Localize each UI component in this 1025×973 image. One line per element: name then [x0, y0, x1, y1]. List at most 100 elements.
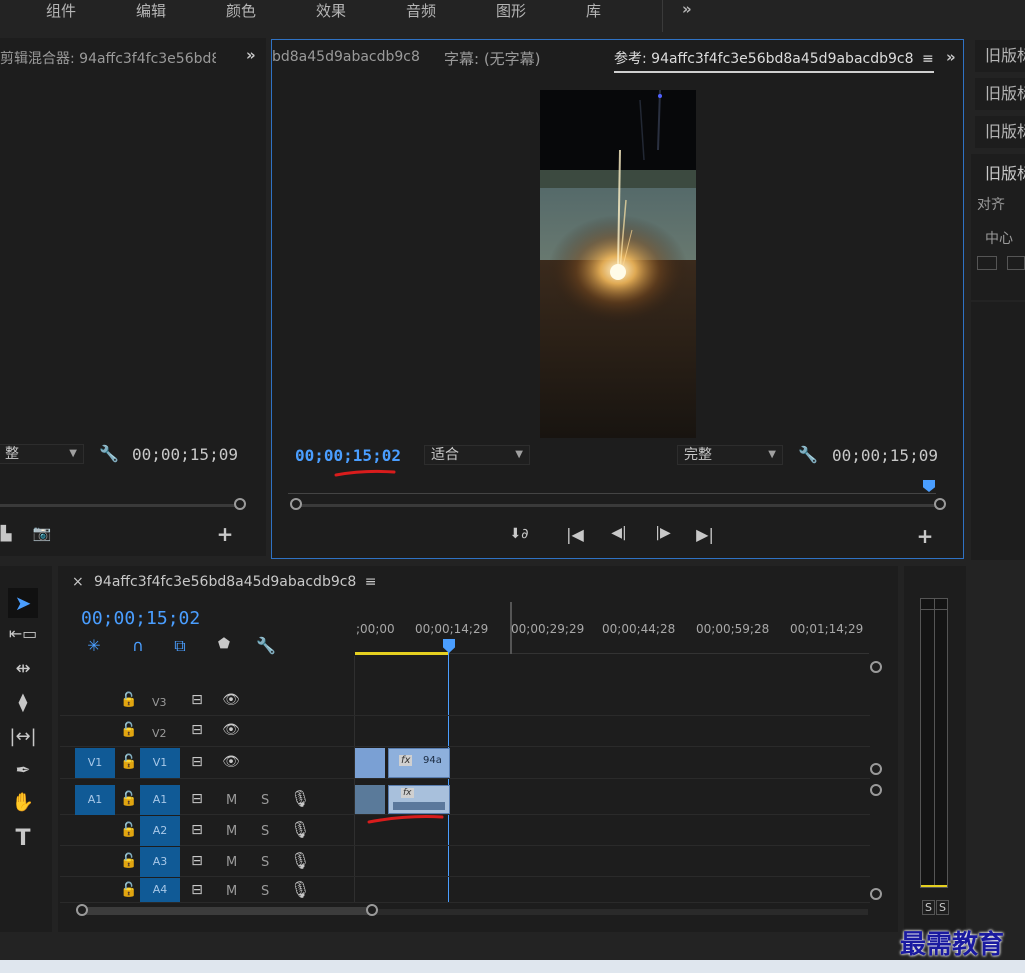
slip-tool-icon[interactable]: |↔| [8, 726, 38, 747]
solo-button[interactable]: S [261, 884, 269, 899]
snap-magnet-icon[interactable]: ∩ [128, 636, 148, 655]
track-name-v3[interactable]: V3 [152, 696, 167, 709]
menu-item-audio[interactable]: 音频 [406, 0, 436, 21]
microphone-icon[interactable]: 🎙 [290, 851, 310, 870]
sync-lock-icon[interactable]: ⊟ [188, 754, 206, 770]
source-quality-select[interactable]: 整 ▼ [0, 444, 84, 464]
microphone-icon[interactable]: 🎙 [290, 880, 310, 899]
solo-right-button[interactable]: S [936, 900, 949, 915]
lock-icon[interactable]: 🔓 [120, 791, 137, 807]
linked-selection-icon[interactable]: ⧉ [170, 636, 190, 656]
legacy-title-panel-3[interactable]: 旧版标 [975, 116, 1025, 148]
menu-item-assembly[interactable]: 组件 [46, 0, 76, 21]
ripple-edit-tool-icon[interactable]: ⇹ [8, 658, 38, 679]
menu-item-effects[interactable]: 效果 [316, 0, 346, 21]
export-icon[interactable]: ▙ [0, 526, 12, 542]
sync-lock-icon[interactable]: ⊟ [188, 822, 206, 838]
legacy-title-header[interactable]: 旧版标 [985, 160, 1025, 184]
timeline-playhead-timecode[interactable]: 00;00;15;02 [81, 608, 200, 629]
wrench-icon[interactable]: 🔧 [256, 636, 276, 655]
add-marker-icon[interactable]: ⬇∂ [504, 526, 534, 542]
pen-tool-icon[interactable]: ✒ [8, 760, 38, 781]
microphone-icon[interactable]: 🎙 [290, 820, 310, 839]
selection-tool-icon[interactable]: ➤ [8, 588, 38, 618]
go-to-out-icon[interactable]: ▶| [694, 525, 716, 544]
razor-tool-icon[interactable]: ⧫ [8, 692, 38, 713]
eye-icon[interactable]: 👁 [222, 722, 240, 738]
add-button-icon[interactable]: + [216, 522, 234, 546]
program-playhead-timecode[interactable]: 00;00;15;02 [295, 446, 401, 465]
lock-icon[interactable]: 🔓 [120, 853, 137, 869]
source-scrub-bar[interactable] [0, 504, 238, 507]
sync-lock-icon[interactable]: ⊟ [188, 853, 206, 869]
go-to-in-icon[interactable]: |◀ [564, 525, 586, 544]
tab-reference-monitor[interactable]: 参考: 94affc3f4fc3e56bd8a45d9abacdb9c8 ≡ [614, 48, 934, 73]
solo-button[interactable]: S [261, 793, 269, 808]
wrench-icon[interactable]: 🔧 [798, 445, 818, 464]
tab-clip-mixer[interactable]: 剪辑混合器: 94affc3f4fc3e56bd8a [0, 48, 216, 68]
work-area-bar[interactable] [355, 652, 448, 655]
source-patch-a1[interactable]: A1 [75, 785, 115, 815]
close-tab-icon[interactable]: × [72, 574, 84, 590]
panel-menu-icon[interactable]: ≡ [922, 51, 934, 67]
timeline-zoom-handle-left[interactable] [76, 904, 88, 916]
tab-sequence[interactable]: 94affc3f4fc3e56bd8a45d9abacdb9c8 ≡ [94, 574, 377, 590]
eye-icon[interactable]: 👁 [222, 754, 240, 770]
nest-icon[interactable]: ✳ [84, 636, 104, 655]
lock-icon[interactable]: 🔓 [120, 882, 137, 898]
video-scroll-handle-bottom[interactable] [870, 763, 882, 775]
lock-icon[interactable]: 🔓 [120, 722, 137, 738]
source-overflow-icon[interactable]: » [246, 46, 256, 64]
mute-button[interactable]: M [226, 824, 237, 839]
mute-button[interactable]: M [226, 855, 237, 870]
lock-icon[interactable]: 🔓 [120, 822, 137, 838]
solo-left-button[interactable]: S [922, 900, 935, 915]
audio-scroll-handle-top[interactable] [870, 784, 882, 796]
menu-item-color[interactable]: 颜色 [226, 0, 256, 21]
audio-clip-a[interactable] [355, 785, 385, 814]
panel-menu-icon[interactable]: ≡ [365, 574, 377, 590]
wrench-icon[interactable]: 🔧 [99, 444, 119, 463]
menu-overflow-icon[interactable]: » [682, 0, 692, 18]
program-overflow-icon[interactable]: » [946, 48, 956, 66]
track-target-a3[interactable]: A3 [140, 847, 180, 877]
align-center-v-icon[interactable] [1007, 256, 1025, 270]
type-tool-icon[interactable]: T [8, 826, 38, 851]
track-target-a4[interactable]: A4 [140, 878, 180, 902]
track-name-v2[interactable]: V2 [152, 727, 167, 740]
sync-lock-icon[interactable]: ⊟ [188, 882, 206, 898]
audio-scroll-handle-bottom[interactable] [870, 888, 882, 900]
sync-lock-icon[interactable]: ⊟ [188, 692, 206, 708]
sync-lock-icon[interactable]: ⊟ [188, 791, 206, 807]
step-back-icon[interactable]: ◀| [608, 525, 630, 541]
program-zoom-handle-left[interactable] [290, 498, 302, 510]
source-zoom-handle[interactable] [234, 498, 246, 510]
mute-button[interactable]: M [226, 884, 237, 899]
program-time-ruler[interactable] [288, 486, 936, 494]
step-forward-icon[interactable]: |▶ [652, 525, 674, 541]
sync-lock-icon[interactable]: ⊟ [188, 722, 206, 738]
timeline-zoom-handle-right[interactable] [366, 904, 378, 916]
program-zoom-select[interactable]: 适合 ▼ [424, 445, 530, 465]
video-scroll-handle-top[interactable] [870, 661, 882, 673]
program-zoom-bar[interactable] [296, 504, 936, 507]
lock-icon[interactable]: 🔓 [120, 754, 137, 770]
microphone-icon[interactable]: 🎙 [290, 789, 310, 808]
video-clip-a[interactable] [355, 748, 385, 778]
tab-sequence-partial[interactable]: bd8a45d9abacdb9c8 [272, 49, 420, 65]
timeline-scroll-thumb[interactable] [82, 907, 372, 915]
program-zoom-handle-right[interactable] [934, 498, 946, 510]
add-marker-icon[interactable]: ⬟ [214, 636, 234, 652]
source-patch-v1[interactable]: V1 [75, 748, 115, 778]
add-button-icon[interactable]: + [916, 524, 934, 548]
track-target-v1[interactable]: V1 [140, 748, 180, 778]
program-quality-select[interactable]: 完整 ▼ [677, 445, 783, 465]
legacy-title-panel-1[interactable]: 旧版标 [975, 40, 1025, 72]
menu-item-editing[interactable]: 编辑 [136, 0, 166, 21]
eye-icon[interactable]: 👁 [222, 692, 240, 708]
lock-icon[interactable]: 🔓 [120, 692, 137, 708]
camera-icon[interactable]: 📷 [32, 524, 52, 542]
menu-item-graphics[interactable]: 图形 [496, 0, 526, 21]
mute-button[interactable]: M [226, 793, 237, 808]
solo-button[interactable]: S [261, 824, 269, 839]
